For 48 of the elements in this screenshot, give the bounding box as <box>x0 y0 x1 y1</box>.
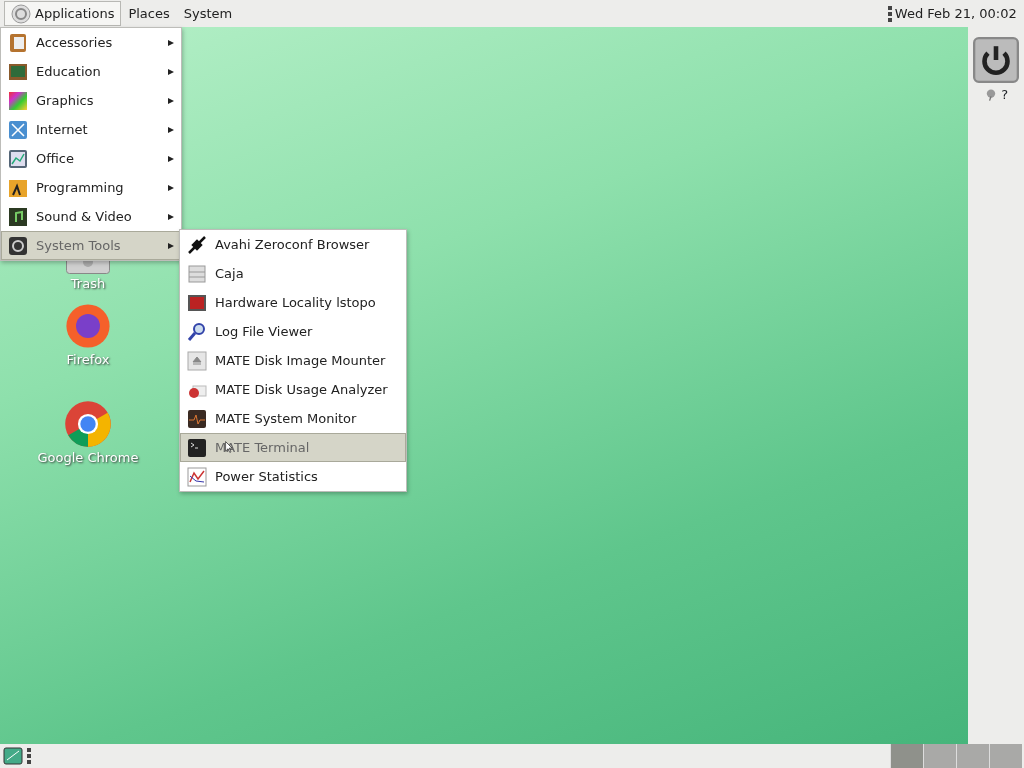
handle-icon <box>887 5 892 22</box>
menu-item[interactable]: System Tools <box>1 231 181 260</box>
menu-item[interactable]: MATE Disk Usage Analyzer <box>180 375 406 404</box>
panel-menu[interactable]: Applications <box>4 1 122 26</box>
panel-menu[interactable]: System <box>176 1 240 26</box>
monitor-icon <box>187 408 207 429</box>
eject-icon <box>187 350 207 371</box>
weather-text: ? <box>1001 86 1009 104</box>
menu-item[interactable]: Graphics <box>1 86 181 115</box>
menu-item[interactable]: MATE System Monitor <box>180 404 406 433</box>
chalkboard-icon <box>8 61 28 82</box>
submenu-arrow-icon <box>168 66 174 77</box>
menu-item[interactable]: Hardware Locality lstopo <box>180 288 406 317</box>
submenu-arrow-icon <box>168 95 174 106</box>
menu-item[interactable]: Office <box>1 144 181 173</box>
chart-icon <box>8 148 28 169</box>
submenu-arrow-icon <box>168 240 174 251</box>
cabinet-icon <box>187 263 207 284</box>
menu-item[interactable]: Avahi Zeroconf Browser <box>180 230 406 259</box>
panel-menu[interactable]: Places <box>121 1 177 26</box>
magnifier-icon <box>187 321 207 342</box>
handle-icon <box>27 748 31 764</box>
menu-item[interactable]: Sound & Video <box>1 202 181 231</box>
menu-item[interactable]: MATE Disk Image Mounter <box>180 346 406 375</box>
plug-icon <box>187 234 207 255</box>
terminal-icon <box>187 437 207 458</box>
workspace-button[interactable] <box>923 744 956 768</box>
show-desktop-icon <box>2 746 24 766</box>
workspace-button[interactable] <box>989 744 1022 768</box>
submenu-arrow-icon <box>168 153 174 164</box>
submenu-arrow-icon <box>168 124 174 135</box>
menu-item[interactable]: Programming <box>1 173 181 202</box>
submenu-arrow-icon <box>168 182 174 193</box>
workspace-button[interactable] <box>956 744 989 768</box>
menu-item[interactable]: Education <box>1 57 181 86</box>
menu-item[interactable]: Power Statistics <box>180 462 406 491</box>
graph-icon <box>187 466 207 487</box>
menu-item[interactable]: Internet <box>1 115 181 144</box>
power-icon <box>973 37 1019 83</box>
workspace-button[interactable] <box>890 744 923 768</box>
clock[interactable]: Wed Feb 21, 00:02 <box>894 3 1017 24</box>
menu-item[interactable]: Caja <box>180 259 406 288</box>
submenu-arrow-icon <box>168 37 174 48</box>
submenu-arrow-icon <box>168 211 174 222</box>
menu-item[interactable]: Log File Viewer <box>180 317 406 346</box>
palette-icon <box>8 90 28 111</box>
chrome-icon <box>64 400 112 448</box>
menu-item[interactable]: Accessories <box>1 28 181 57</box>
